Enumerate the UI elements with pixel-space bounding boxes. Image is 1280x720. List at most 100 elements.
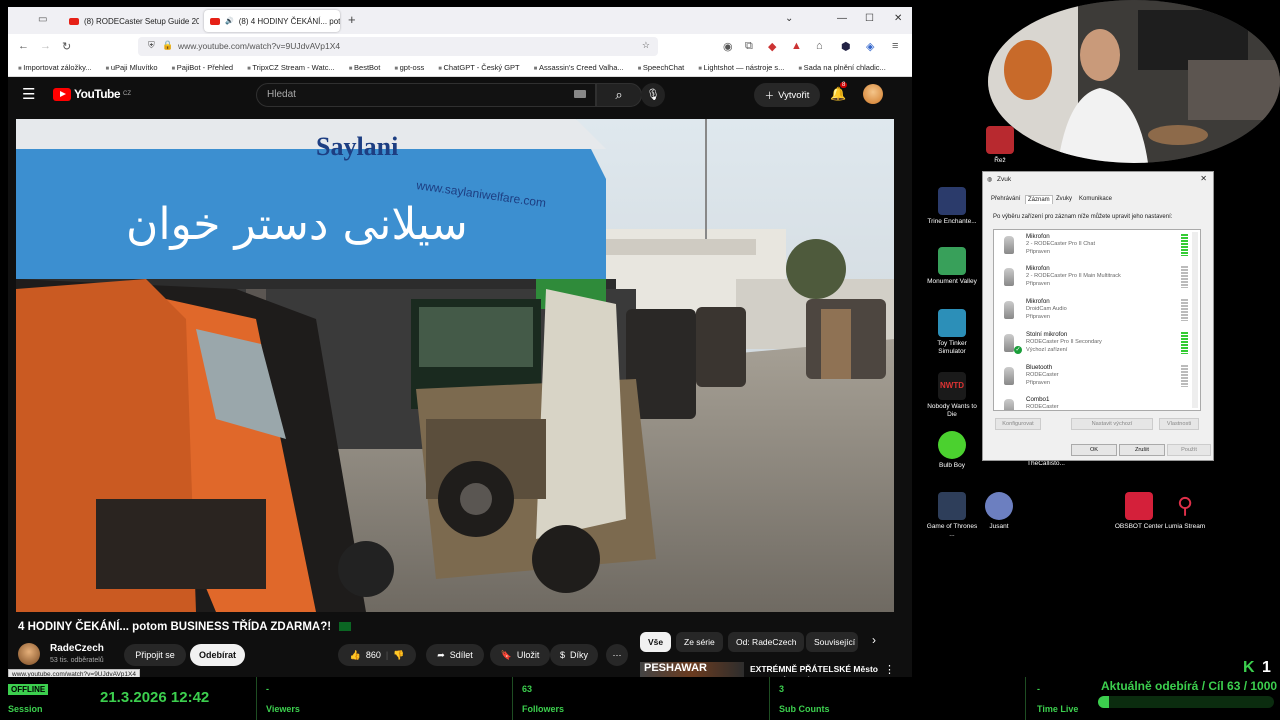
thanks-button[interactable]: $ Díky xyxy=(550,644,598,666)
pakistan-flag-icon xyxy=(339,622,351,631)
device-item[interactable]: Combo1 RODECaster xyxy=(998,393,1188,410)
chevron-right-icon[interactable]: › xyxy=(872,633,876,647)
chip-all[interactable]: Vše xyxy=(640,632,672,652)
chip-series[interactable]: Ze série xyxy=(676,632,723,652)
speaker-icon: 🔊 xyxy=(225,18,234,25)
dialog-description: Po výběru zařízení pro záznam níže můžet… xyxy=(993,214,1173,220)
voice-search-button[interactable]: 🎙 xyxy=(641,83,665,107)
configure-button[interactable]: Konfigurovat xyxy=(995,418,1041,430)
search-input[interactable]: Hledat xyxy=(256,83,596,107)
desktop-icon-callisto[interactable]: TheCallisto... xyxy=(1018,460,1074,468)
device-item[interactable]: Mikrofon DroidCam Audio Připraven xyxy=(998,295,1188,327)
hamburger-menu-icon[interactable]: ☰ xyxy=(22,85,35,103)
time-live-value: - xyxy=(1037,684,1040,694)
desktop-icon-lumia-stream[interactable]: ⚲ Lumia Stream xyxy=(1157,492,1213,531)
tab-sounds[interactable]: Zvuky xyxy=(1054,195,1074,203)
close-window-button[interactable]: ✕ xyxy=(894,13,902,24)
tab-video[interactable]: 🔊 (8) 4 HODINY ČEKÁNÍ... pot ✕ xyxy=(204,10,340,32)
bookmark-item[interactable]: ChatGPT - Český GPT xyxy=(438,63,520,76)
tab-rodecaster[interactable]: (8) RODECaster Setup Guide 20 ✕ xyxy=(63,10,199,32)
bookmark-item[interactable]: gpt-oss xyxy=(394,63,425,76)
recommendation-title[interactable]: EXTRÉMNĚ PŘÁTELSKÉ Město v AFGHÁNSKÝCH H… xyxy=(750,663,880,677)
url-bar[interactable]: ⛨ 🔒 www.youtube.com/watch?v=9UJdvAVp1X4 … xyxy=(138,37,658,56)
game-icon xyxy=(938,309,966,337)
bookmark-item[interactable]: Sada na plnění chladic... xyxy=(798,63,886,76)
keyboard-icon[interactable] xyxy=(574,90,586,98)
bookmark-item[interactable]: SpeechChat xyxy=(638,63,684,76)
avatar[interactable] xyxy=(863,84,883,104)
properties-button[interactable]: Vlastnosti xyxy=(1159,418,1199,430)
addon-icon[interactable]: ⬢ xyxy=(841,40,851,53)
back-icon[interactable]: ← xyxy=(18,40,29,52)
device-item[interactable]: Mikrofon 2 - RODECaster Pro II Chat Přip… xyxy=(998,230,1188,262)
device-item[interactable]: Mikrofon 2 - RODECaster Pro II Main Mult… xyxy=(998,262,1188,294)
addon-icon[interactable]: ◆ xyxy=(768,40,776,53)
tab-communication[interactable]: Komunikace xyxy=(1077,195,1114,203)
maximize-button[interactable]: ☐ xyxy=(865,13,874,24)
tab-playback[interactable]: Přehrávání xyxy=(989,195,1022,203)
channel-name[interactable]: RadeCzech xyxy=(50,643,104,654)
thumbs-down-icon[interactable]: 👎 xyxy=(393,650,404,661)
game-icon: NWTD xyxy=(938,372,966,400)
bookmark-item[interactable]: PajiBot - Přehled xyxy=(172,63,233,76)
desktop-icon-jusant[interactable]: Jusant xyxy=(971,492,1027,531)
desktop-icon-toy-tinker[interactable]: Toy Tinker Simulator xyxy=(924,309,980,356)
addon-icon[interactable]: ⌂ xyxy=(816,40,823,52)
join-button[interactable]: Připojit se xyxy=(124,644,186,666)
more-actions-button[interactable]: ⋯ xyxy=(606,644,628,666)
menu-icon[interactable]: ≡ xyxy=(892,40,898,52)
share-button[interactable]: ➦ Sdílet xyxy=(426,644,484,666)
subscribe-button[interactable]: Odebírat xyxy=(190,644,245,666)
desktop-icon-bulb-boy[interactable]: Bulb Boy xyxy=(924,431,980,470)
desktop-icon-nobody-wants-to-die[interactable]: NWTD Nobody Wants to Die xyxy=(924,372,980,419)
bookmark-item[interactable]: Lightshot — nástroje s... xyxy=(698,63,785,76)
device-list: Mikrofon 2 - RODECaster Pro II Chat Přip… xyxy=(993,229,1201,411)
new-tab-button[interactable]: + xyxy=(348,12,356,27)
desktop-icon-rez[interactable]: Řež xyxy=(972,126,1028,165)
search-button[interactable]: ⌕ xyxy=(596,83,642,107)
minimize-button[interactable]: — xyxy=(837,13,847,24)
bell-icon[interactable]: 🔔 xyxy=(830,86,846,102)
bookmark-item[interactable]: BestBot xyxy=(349,63,380,76)
nav-bar: ← → ↻ ⛨ 🔒 www.youtube.com/watch?v=9UJdvA… xyxy=(8,34,912,59)
chip-from-channel[interactable]: Od: RadeCzech xyxy=(728,632,805,652)
bookmark-item[interactable]: Assassin's Creed Valha... xyxy=(534,63,624,76)
extensions-icon[interactable]: ⧉ xyxy=(745,40,753,53)
addon-icon[interactable]: ◈ xyxy=(866,40,874,53)
tab-recording[interactable]: Záznam xyxy=(1025,195,1053,204)
save-button[interactable]: 🔖 Uložit xyxy=(490,644,550,666)
bookmark-item[interactable]: uPaji Mluvítko xyxy=(106,63,158,76)
set-default-button[interactable]: Nastavit výchozí xyxy=(1071,418,1153,430)
game-icon xyxy=(986,126,1014,154)
device-item[interactable]: ✓ Stolní mikrofon RODECaster Pro II Seco… xyxy=(998,328,1188,360)
scrollbar[interactable] xyxy=(1192,232,1198,408)
youtube-logo[interactable]: YouTube CZ xyxy=(53,87,131,101)
close-icon[interactable]: ✕ xyxy=(1200,174,1207,183)
forward-icon[interactable]: → xyxy=(40,40,51,52)
recommendation-thumbnail[interactable]: PESHAWAR xyxy=(640,662,744,677)
reload-icon[interactable]: ↻ xyxy=(62,40,71,53)
desktop-icon-trine[interactable]: Trine Enchante... xyxy=(924,187,980,226)
more-icon[interactable]: ⋮ xyxy=(884,663,895,676)
star-icon[interactable]: ☆ xyxy=(642,40,650,51)
tab-groups-icon[interactable]: ▭ xyxy=(38,14,47,25)
channel-avatar[interactable] xyxy=(18,643,40,665)
create-button[interactable]: ＋ Vytvořit xyxy=(754,83,820,107)
like-button[interactable]: 👍 860 | 👎 xyxy=(338,644,416,666)
chip-related[interactable]: Související xyxy=(806,632,858,652)
game-icon xyxy=(938,431,966,459)
account-icon[interactable]: ◉ xyxy=(723,40,733,53)
video-player[interactable]: Saylani www.saylaniwelfare.com سیلانی دس… xyxy=(16,119,894,612)
bookmark-item[interactable]: TripxCZ Stream - Watc... xyxy=(247,63,334,76)
device-item[interactable]: Bluetooth RODECaster Připraven xyxy=(998,361,1188,393)
plus-icon: ＋ xyxy=(764,91,775,102)
bookmark-item[interactable]: Importovat záložky... xyxy=(18,63,91,76)
chevron-down-icon[interactable]: ⌄ xyxy=(785,13,793,24)
cancel-button[interactable]: Zrušit xyxy=(1119,444,1165,456)
apply-button[interactable]: Použít xyxy=(1167,444,1211,456)
addon-icon[interactable]: ▲ xyxy=(791,40,802,52)
desktop-icon-monument-valley[interactable]: Monument Valley xyxy=(924,247,980,286)
subs-label: Sub Counts xyxy=(779,704,830,714)
check-icon: ✓ xyxy=(1014,346,1022,354)
ok-button[interactable]: OK xyxy=(1071,444,1117,456)
